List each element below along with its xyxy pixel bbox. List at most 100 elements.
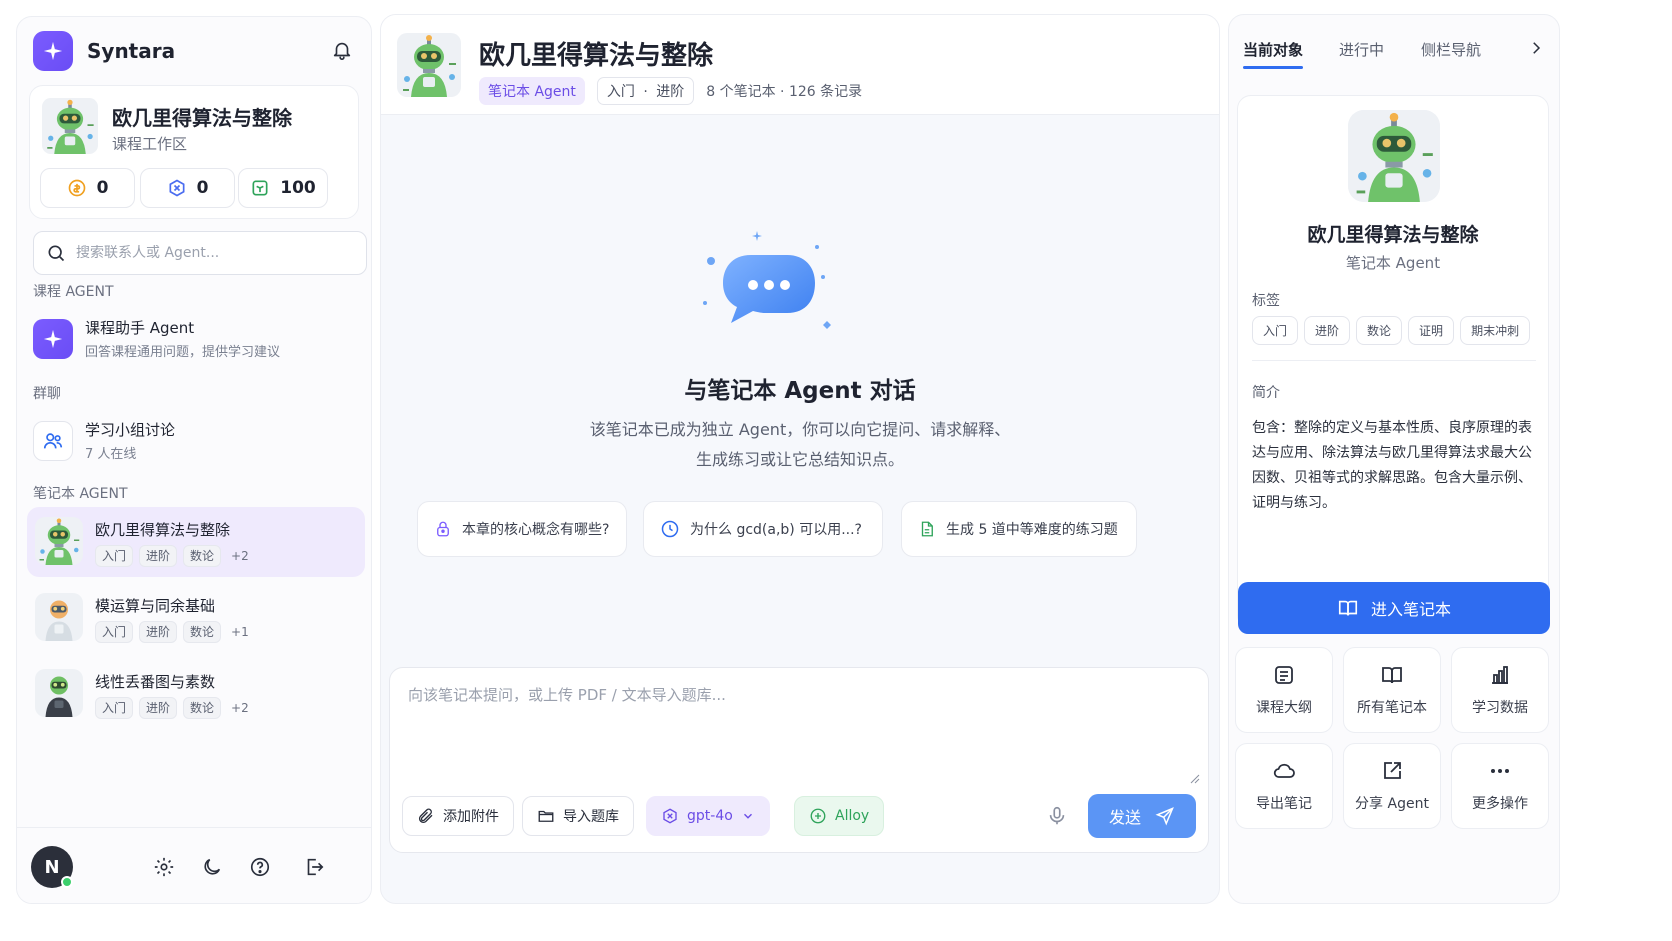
tag[interactable]: 期末冲刺 [1460, 316, 1531, 345]
notebook-avatar [397, 33, 461, 97]
sidebar-footer: N [17, 827, 371, 903]
tab-in-progress[interactable]: 进行中 [1339, 39, 1384, 60]
notebook-title: 模运算与同余基础 [95, 597, 216, 615]
more-actions-button[interactable]: 更多操作 [1451, 743, 1549, 829]
suggestion-generate-exercises[interactable]: 生成 5 道中等难度的练习题 [901, 501, 1137, 557]
suggestion-gcd-why[interactable]: 为什么 gcd(a,b) 可以用...? [643, 501, 883, 557]
learning-data-button[interactable]: 学习数据 [1451, 647, 1549, 733]
enter-notebook-button[interactable]: 进入笔记本 [1238, 582, 1550, 634]
attach-label: 添加附件 [443, 809, 499, 825]
online-status-dot [61, 876, 73, 888]
coin-icon [68, 179, 85, 197]
action-label: 分享 Agent [1355, 796, 1429, 812]
contact-study-group[interactable]: 学习小组讨论 7 人在线 [27, 407, 365, 477]
notebook-tags: 入门 进阶 数论 +1 [95, 621, 253, 643]
model-select[interactable]: gpt-4o [646, 796, 770, 836]
attach-button[interactable]: 添加附件 [402, 796, 514, 836]
tag[interactable]: 证明 [1408, 316, 1455, 345]
contact-course-agent[interactable]: 课程助手 Agent 回答课程通用问题，提供学习建议 [27, 305, 365, 375]
search-icon [48, 245, 65, 262]
chat-bubble-icon [703, 231, 831, 329]
hero-line-1: 该笔记本已成为独立 Agent，你可以向它提问、请求解释、 [589, 420, 1011, 439]
help-icon[interactable] [249, 856, 271, 878]
stat-gems-value: 0 [196, 178, 209, 198]
chat-meta: 笔记本 Agent 入门 · 进阶 8 个笔记本 · 126 条记录 [479, 77, 862, 105]
search-input[interactable] [76, 245, 326, 261]
gem-icon [169, 179, 185, 197]
tab-current-object[interactable]: 当前对象 [1243, 39, 1303, 60]
object-tags: 入门 进阶 数论 证明 期末冲刺 [1252, 316, 1531, 345]
logout-icon[interactable] [303, 856, 325, 878]
stat-cubes[interactable]: 100 [238, 168, 328, 208]
stat-gems[interactable]: 0 [140, 168, 235, 208]
robot-avatar [35, 669, 83, 717]
robot-avatar [35, 517, 83, 565]
suggestion-label: 为什么 gcd(a,b) 可以用...? [690, 522, 862, 538]
voice-select[interactable]: Alloy [794, 796, 885, 836]
tag: 数论 [183, 621, 222, 643]
object-card: 欧几里得算法与整除 笔记本 Agent 标签 入门 进阶 数论 证明 期末冲刺 … [1237, 95, 1550, 634]
microphone-icon[interactable] [1046, 804, 1068, 828]
enter-label: 进入笔记本 [1370, 600, 1451, 619]
settings-icon[interactable] [153, 856, 175, 878]
action-label: 导出笔记 [1256, 796, 1312, 812]
action-label: 课程大纲 [1256, 700, 1312, 716]
openai-icon [663, 808, 677, 824]
all-notebooks-button[interactable]: 所有笔记本 [1343, 647, 1441, 733]
tag-more: +2 [231, 549, 249, 563]
chart-icon [1492, 666, 1508, 684]
brand[interactable]: Syntara [33, 31, 175, 71]
moon-icon[interactable] [201, 856, 223, 878]
suggestion-core-concepts[interactable]: 本章的核心概念有哪些? [417, 501, 627, 557]
sparkle-logo-icon [33, 31, 73, 71]
right-panel: 当前对象 进行中 侧栏导航 欧几里得算法与整除 笔记本 Agent 标签 入门 … [1228, 14, 1560, 904]
tags-label: 标签 [1252, 293, 1280, 309]
intro-label: 简介 [1252, 385, 1280, 401]
voice-label: Alloy [835, 808, 870, 824]
stat-coins[interactable]: 0 [40, 168, 135, 208]
tag: 进阶 [139, 545, 178, 567]
bell-icon[interactable] [331, 39, 353, 65]
stat-cubes-value: 100 [280, 178, 316, 198]
tag: 进阶 [139, 621, 178, 643]
tag: 入门 [95, 545, 134, 567]
model-label: gpt-4o [687, 808, 733, 824]
lock-icon [437, 521, 449, 537]
notebook-item-euclid[interactable]: 欧几里得算法与整除 入门 进阶 数论 +2 [27, 507, 365, 577]
workspace-title: 欧几里得算法与整除 [112, 106, 292, 130]
cloud-icon [1273, 763, 1295, 778]
workspace-card[interactable]: 欧几里得算法与整除 课程工作区 0 0 100 [29, 85, 359, 219]
brand-name: Syntara [87, 39, 176, 63]
notebook-item-modular[interactable]: 模运算与同余基础 入门 进阶 数论 +1 [27, 583, 365, 653]
divider [1252, 360, 1536, 361]
share-agent-button[interactable]: 分享 Agent [1343, 743, 1441, 829]
import-button[interactable]: 导入题库 [522, 796, 634, 836]
contact-search[interactable] [33, 231, 367, 275]
chevron-down-icon [743, 813, 752, 819]
resize-grip-icon[interactable] [1190, 774, 1200, 784]
notebook-item-diophantine[interactable]: 线性丢番图与素数 入门 进阶 数论 +2 [27, 659, 365, 729]
outline-icon [1275, 666, 1293, 684]
export-notes-button[interactable]: 导出笔记 [1235, 743, 1333, 829]
left-sidebar: Syntara 欧几里得算法与整除 课程工作区 0 0 100 课程 AGENT… [16, 16, 372, 904]
suggestion-label: 生成 5 道中等难度的练习题 [946, 522, 1118, 538]
course-outline-button[interactable]: 课程大纲 [1235, 647, 1333, 733]
chevron-right-icon[interactable] [1527, 39, 1545, 57]
tag[interactable]: 入门 [1252, 316, 1299, 345]
tag[interactable]: 数论 [1356, 316, 1403, 345]
agent-type-badge: 笔记本 Agent [479, 77, 585, 105]
action-label: 更多操作 [1472, 796, 1528, 812]
level-a: 入门 [606, 84, 635, 100]
send-button[interactable]: 发送 [1088, 794, 1196, 838]
active-tab-indicator [1243, 66, 1303, 69]
tag-more: +1 [231, 625, 249, 639]
clock-icon [661, 520, 679, 538]
action-label: 学习数据 [1472, 700, 1528, 716]
notebook-title: 欧几里得算法与整除 [95, 521, 231, 539]
workspace-avatar [42, 98, 98, 154]
tab-sidebar-nav[interactable]: 侧栏导航 [1421, 39, 1481, 60]
message-input[interactable] [408, 684, 1188, 764]
tag[interactable]: 进阶 [1304, 316, 1351, 345]
group-icon [33, 421, 73, 461]
level-b: 进阶 [656, 84, 685, 100]
